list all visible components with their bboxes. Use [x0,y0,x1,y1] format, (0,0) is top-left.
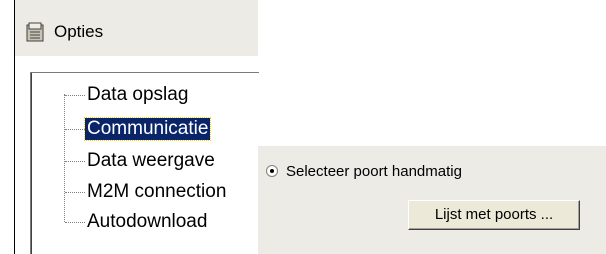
title-bar [15,0,258,56]
list-ports-button[interactable]: Lijst met poorts ... [408,200,580,230]
tree-item-data-weergave[interactable]: Data weergave [65,149,217,173]
tree-item-communicatie[interactable]: Communicatie [65,117,212,141]
options-window: Opties Data opslag Communicatie Data wee… [0,0,606,254]
window-title: Opties [54,22,104,41]
tree-item-label: Data opslag [87,84,189,105]
tree-item-label: Communicatie [83,117,212,141]
tree-item-label: Autodownload [87,211,208,232]
tree-item-m2m-connection[interactable]: M2M connection [65,180,228,204]
radio-checked-dot [270,169,274,173]
manual-port-radio-label[interactable]: Selecteer poort handmatig [286,163,462,181]
tree-item-autodownload[interactable]: Autodownload [65,210,209,234]
tree-item-label: Data weergave [87,150,215,171]
options-folder-icon [26,22,44,42]
tree-item-label: M2M connection [87,181,227,202]
manual-port-radio[interactable] [266,165,278,177]
tree-item-data-opslag[interactable]: Data opslag [65,83,190,107]
